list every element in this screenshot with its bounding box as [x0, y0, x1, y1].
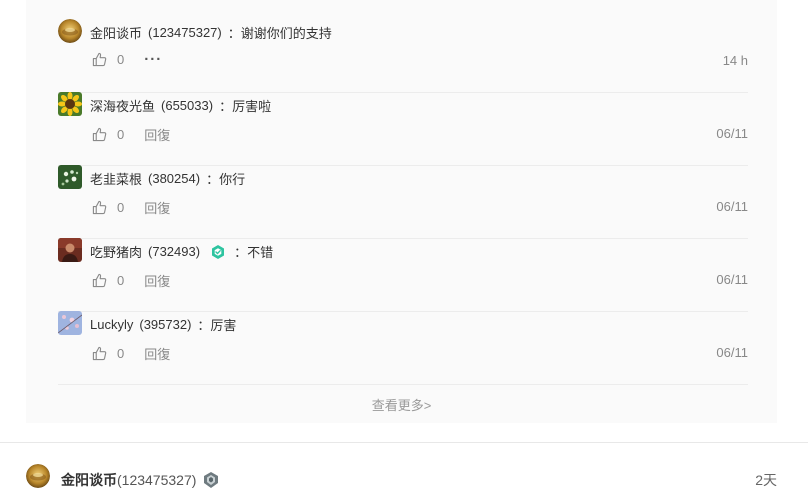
- comment-item: 老韭菜根 (380254) ：你行 0 回復 06/11: [58, 165, 748, 239]
- reply-button[interactable]: 回復: [144, 198, 170, 217]
- comment-author-id: (380254): [148, 171, 201, 186]
- like-count: 0: [117, 127, 125, 142]
- comment-author-id: (395732): [139, 317, 192, 332]
- view-more-link[interactable]: 查看更多>: [26, 395, 777, 414]
- avatar[interactable]: [58, 19, 82, 43]
- avatar[interactable]: [58, 311, 82, 335]
- comment-author[interactable]: 金阳谈币: [90, 23, 142, 42]
- gold-ingot-avatar-icon: [58, 19, 82, 43]
- avatar[interactable]: [58, 165, 82, 189]
- post-author[interactable]: 金阳谈币: [61, 470, 117, 490]
- thumbs-up-icon[interactable]: [92, 127, 107, 142]
- like-count: 0: [117, 346, 125, 361]
- comment-item: 深海夜光鱼 (655033) ：厉害啦 0 回復 06/11: [58, 92, 748, 166]
- thumbs-up-icon[interactable]: [92, 346, 107, 361]
- verified-badge-icon: [210, 244, 226, 260]
- comment-item: 吃野猪肉 (732493) ：不错 0 回復 06/11: [58, 238, 748, 312]
- reply-button[interactable]: 回復: [144, 125, 170, 144]
- post-time: 2天: [755, 472, 777, 488]
- green-plant-avatar-icon: [58, 165, 82, 189]
- gold-ingot-avatar-icon: [26, 464, 50, 488]
- avatar[interactable]: [58, 92, 82, 116]
- thumbs-up-icon[interactable]: [92, 200, 107, 215]
- comment-author[interactable]: 深海夜光鱼: [90, 96, 155, 115]
- comment-text: ：谢谢你们的支持: [227, 26, 332, 41]
- comment-time: 06/11: [716, 345, 748, 360]
- reply-button[interactable]: 回復: [144, 271, 170, 290]
- thumbs-up-icon[interactable]: [92, 273, 107, 288]
- sunflower-avatar-icon: [58, 92, 82, 116]
- reply-button[interactable]: 回復: [144, 344, 170, 363]
- comment-time: 06/11: [716, 199, 748, 214]
- comment-author[interactable]: 吃野猪肉: [90, 242, 142, 261]
- like-count: 0: [117, 200, 125, 215]
- like-count: 0: [117, 273, 125, 288]
- comment-text: ：不错: [234, 245, 274, 260]
- level-badge-icon: [202, 471, 220, 489]
- comment-author-id: (655033): [161, 98, 214, 113]
- more-options-button[interactable]: ···: [144, 52, 162, 67]
- section-divider: [0, 442, 808, 443]
- comment-text: ：厉害啦: [219, 99, 272, 114]
- post-header: 金阳谈币 (123475327) 2天: [26, 464, 777, 492]
- comment-time: 06/11: [716, 272, 748, 287]
- comment-author[interactable]: Luckyly: [90, 317, 133, 332]
- comment-text: ：厉害: [197, 318, 237, 333]
- comment-item: 金阳谈币 (123475327) ：谢谢你们的支持 0 ··· 14 h: [58, 19, 748, 93]
- like-count: 0: [117, 52, 125, 67]
- blossom-avatar-icon: [58, 311, 82, 335]
- comment-item: Luckyly (395732) ：厉害 0 回復 06/11: [58, 311, 748, 385]
- comment-time: 06/11: [716, 126, 748, 141]
- portrait-avatar-icon: [58, 238, 82, 262]
- comment-author-id: (732493): [148, 244, 201, 259]
- avatar[interactable]: [58, 238, 82, 262]
- thumbs-up-icon[interactable]: [92, 52, 107, 67]
- comment-author-id: (123475327): [148, 25, 222, 40]
- avatar[interactable]: [26, 464, 50, 488]
- comment-author[interactable]: 老韭菜根: [90, 169, 142, 188]
- comment-text: ：你行: [206, 172, 246, 187]
- comments-panel: 金阳谈币 (123475327) ：谢谢你们的支持 0 ··· 14 h 深海夜…: [26, 0, 777, 423]
- comment-time: 14 h: [722, 53, 748, 68]
- post-author-id: (123475327): [117, 472, 197, 488]
